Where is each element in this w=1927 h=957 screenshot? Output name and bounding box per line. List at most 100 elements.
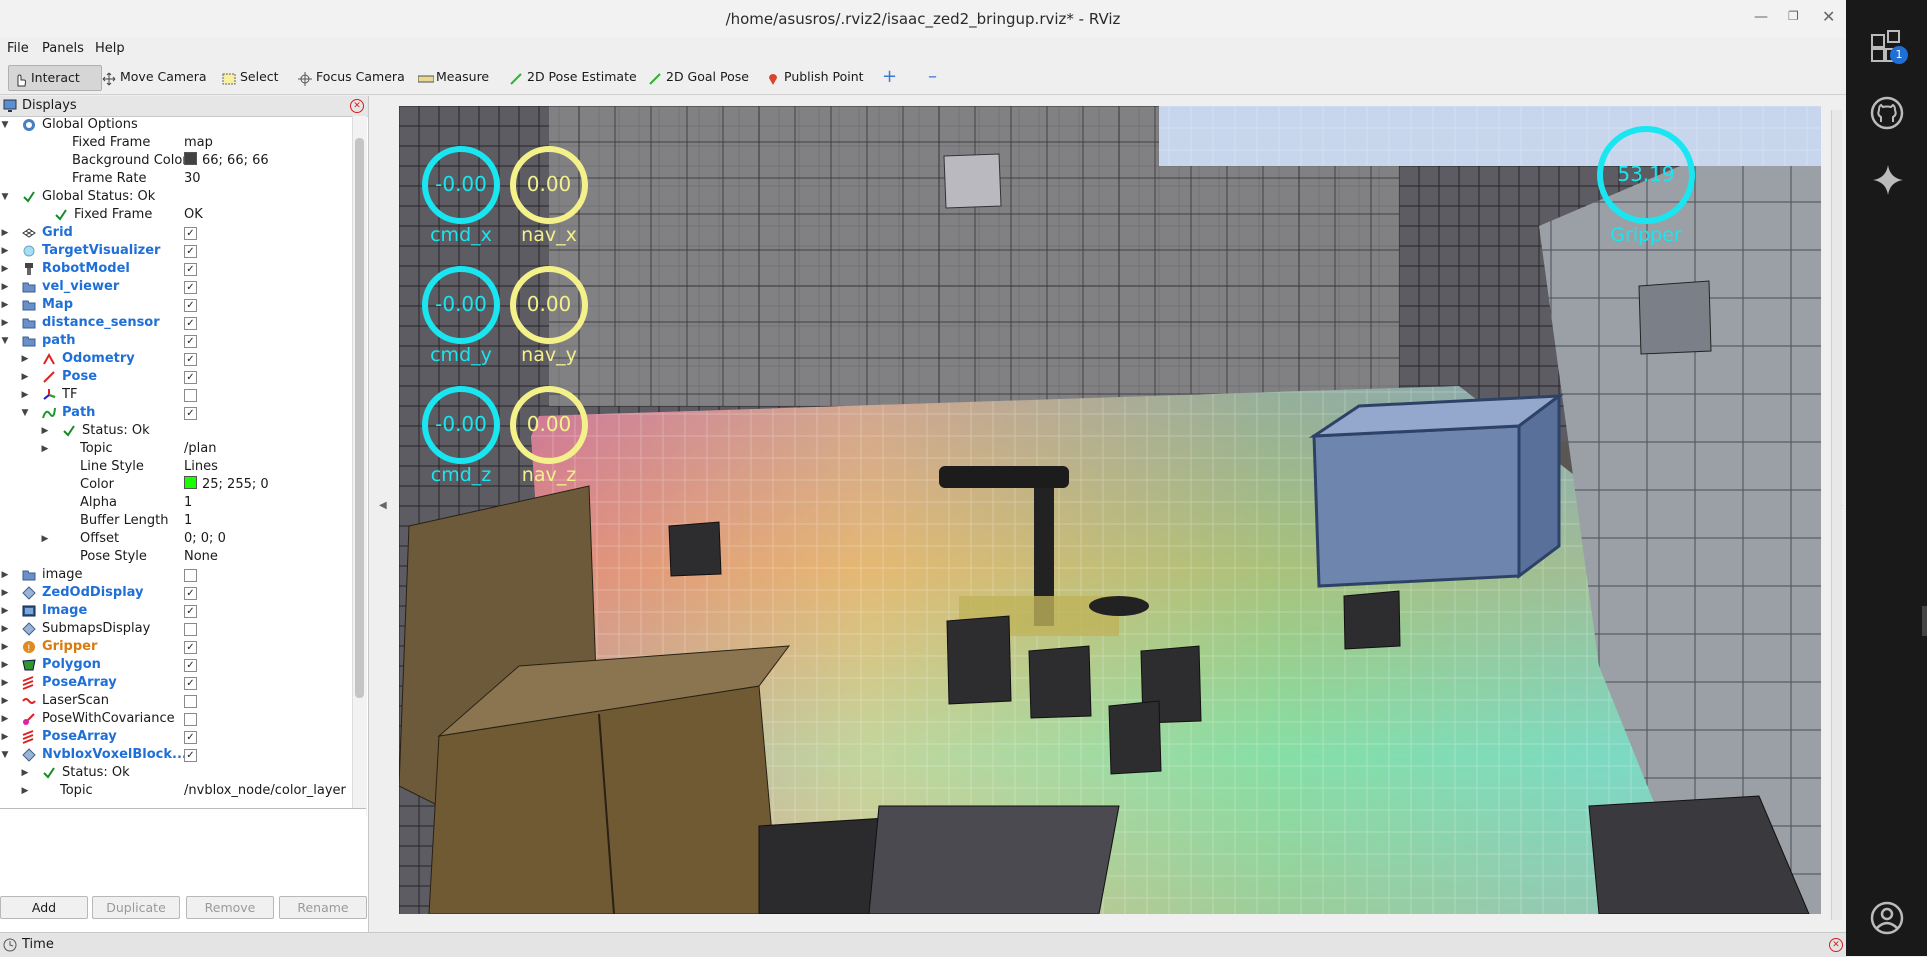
expand-arrow-icon[interactable]: ▶ [0, 584, 10, 602]
display-enabled-checkbox[interactable]: ✓ [184, 677, 197, 690]
expand-arrow-icon[interactable]: ▶ [0, 710, 10, 728]
display-row[interactable]: Alpha 1 [0, 494, 352, 512]
expand-arrow-icon[interactable]: ▶ [20, 764, 30, 782]
display-row[interactable]: Pose Style None [0, 548, 352, 566]
menu-panels[interactable]: Panels [42, 41, 84, 56]
remove-tool-button[interactable]: – [924, 65, 941, 89]
display-enabled-checkbox[interactable] [184, 713, 197, 726]
display-enabled-checkbox[interactable]: ✓ [184, 263, 197, 276]
expand-arrow-icon[interactable]: ▶ [40, 440, 50, 458]
display-enabled-checkbox[interactable]: ✓ [184, 587, 197, 600]
remove-display-button[interactable]: Remove [186, 896, 274, 919]
close-panel-icon[interactable]: ✕ [350, 99, 364, 113]
menu-help[interactable]: Help [95, 41, 125, 56]
expand-arrow-icon[interactable]: ▶ [0, 638, 10, 656]
display-row[interactable]: ▶ Topic/nvblox_node/color_layer [0, 782, 352, 800]
expand-arrow-icon[interactable]: ▶ [40, 530, 50, 548]
property-value[interactable]: 30 [184, 170, 201, 188]
display-enabled-checkbox[interactable] [184, 623, 197, 636]
display-row[interactable]: ▶ Status: Ok [0, 764, 352, 782]
display-enabled-checkbox[interactable]: ✓ [184, 605, 197, 618]
display-row[interactable]: ▼ Global Options [0, 116, 352, 134]
display-enabled-checkbox[interactable]: ✓ [184, 641, 197, 654]
display-enabled-checkbox[interactable]: ✓ [184, 371, 197, 384]
display-row[interactable]: Fixed Frame map [0, 134, 352, 152]
close-time-panel-icon[interactable]: ✕ [1829, 938, 1843, 952]
display-enabled-checkbox[interactable]: ✓ [184, 731, 197, 744]
focus-camera-tool-button[interactable]: Focus Camera [294, 65, 409, 89]
collapse-arrow-icon[interactable]: ▼ [0, 188, 10, 206]
add-display-button[interactable]: Add [0, 896, 88, 919]
display-row[interactable]: Line Style Lines [0, 458, 352, 476]
display-enabled-checkbox[interactable] [184, 569, 197, 582]
display-row[interactable]: ▶ SubmapsDisplay [0, 620, 352, 638]
scrollbar-thumb[interactable] [355, 138, 364, 698]
display-row[interactable]: ▶ Grid ✓ [0, 224, 352, 242]
expand-arrow-icon[interactable]: ▶ [20, 386, 30, 404]
move-camera-tool-button[interactable]: Move Camera [98, 65, 211, 89]
property-value[interactable]: 1 [184, 494, 192, 512]
expand-arrow-icon[interactable]: ▶ [0, 296, 10, 314]
display-enabled-checkbox[interactable]: ✓ [184, 299, 197, 312]
display-enabled-checkbox[interactable]: ✓ [184, 227, 197, 240]
display-row[interactable]: ▶ PoseWithCovariance [0, 710, 352, 728]
render-viewport[interactable]: -0.00 cmd_x 0.00 nav_x -0.00 cmd_y 0.00 nav_y -0… [399, 106, 1821, 914]
collapse-arrow-icon[interactable]: ▼ [20, 404, 30, 422]
display-row[interactable]: ▶ LaserScan [0, 692, 352, 710]
display-enabled-checkbox[interactable]: ✓ [184, 353, 197, 366]
expand-arrow-icon[interactable]: ▶ [0, 620, 10, 638]
expand-arrow-icon[interactable]: ▶ [20, 782, 30, 800]
display-row[interactable]: ▶ Polygon ✓ [0, 656, 352, 674]
property-value[interactable]: /nvblox_node/color_layer [184, 782, 346, 800]
display-row[interactable]: ▼ Global Status: Ok [0, 188, 352, 206]
expand-arrow-icon[interactable]: ▶ [0, 260, 10, 278]
display-row[interactable]: ▶ Topic/plan [0, 440, 352, 458]
property-value[interactable]: Lines [184, 458, 218, 476]
display-enabled-checkbox[interactable] [184, 389, 197, 402]
expand-arrow-icon[interactable]: ▶ [0, 728, 10, 746]
display-enabled-checkbox[interactable]: ✓ [184, 245, 197, 258]
display-enabled-checkbox[interactable] [184, 695, 197, 708]
display-enabled-checkbox[interactable]: ✓ [184, 749, 197, 762]
property-value[interactable]: None [184, 548, 218, 566]
display-enabled-checkbox[interactable]: ✓ [184, 407, 197, 420]
display-row[interactable]: ▶ Pose ✓ [0, 368, 352, 386]
close-window-button[interactable]: ✕ [1822, 7, 1835, 26]
display-row[interactable]: ▶ TargetVisualizer ✓ [0, 242, 352, 260]
display-row[interactable]: ▶ Image ✓ [0, 602, 352, 620]
display-row[interactable]: ▶! Gripper ✓ [0, 638, 352, 656]
display-row[interactable]: ▶ Status: Ok [0, 422, 352, 440]
menu-file[interactable]: File [7, 41, 29, 56]
display-row[interactable]: ▶ RobotModel ✓ [0, 260, 352, 278]
expand-arrow-icon[interactable]: ▶ [0, 224, 10, 242]
goal-pose-tool-button[interactable]: 2D Goal Pose [644, 65, 753, 89]
measure-tool-button[interactable]: Measure [414, 65, 493, 89]
property-value[interactable]: 66; 66; 66 [184, 152, 269, 170]
display-row[interactable]: Background Color 66; 66; 66 [0, 152, 352, 170]
display-row[interactable]: ▶ Map ✓ [0, 296, 352, 314]
display-row[interactable]: ▼ Path ✓ [0, 404, 352, 422]
expand-arrow-icon[interactable]: ▶ [20, 368, 30, 386]
expand-arrow-icon[interactable]: ▶ [0, 692, 10, 710]
collapse-arrow-icon[interactable]: ▼ [0, 746, 10, 764]
select-tool-button[interactable]: Select [218, 65, 283, 89]
display-row[interactable]: ▶ PoseArray ✓ [0, 728, 352, 746]
expand-arrow-icon[interactable]: ▶ [40, 422, 50, 440]
display-row[interactable]: Color 25; 255; 0 [0, 476, 352, 494]
display-row[interactable]: ▶ TF [0, 386, 352, 404]
rename-display-button[interactable]: Rename [279, 896, 367, 919]
github-icon[interactable] [1869, 95, 1905, 131]
display-row[interactable]: ▼ path ✓ [0, 332, 352, 350]
expand-arrow-icon[interactable]: ▶ [0, 602, 10, 620]
property-value[interactable]: /plan [184, 440, 216, 458]
display-row[interactable]: Buffer Length 1 [0, 512, 352, 530]
display-enabled-checkbox[interactable]: ✓ [184, 335, 197, 348]
expand-arrow-icon[interactable]: ▶ [20, 350, 30, 368]
property-value[interactable]: 0; 0; 0 [184, 530, 226, 548]
expand-arrow-icon[interactable]: ▶ [0, 314, 10, 332]
publish-point-tool-button[interactable]: Publish Point [762, 65, 868, 89]
expand-arrow-icon[interactable]: ▶ [0, 242, 10, 260]
display-enabled-checkbox[interactable]: ✓ [184, 659, 197, 672]
maximize-button[interactable]: ❐ [1788, 9, 1799, 23]
expand-arrow-icon[interactable]: ▶ [0, 278, 10, 296]
